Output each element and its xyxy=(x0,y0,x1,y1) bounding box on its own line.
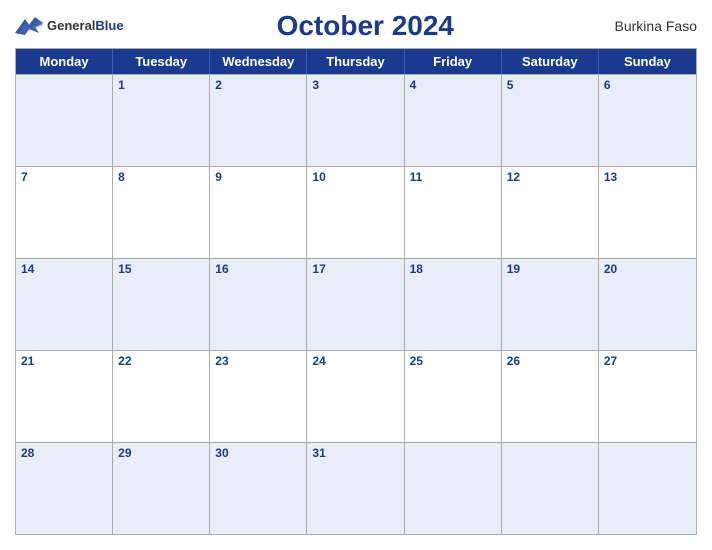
day-number: 4 xyxy=(410,78,496,92)
calendar-weekday-header: MondayTuesdayWednesdayThursdayFridaySatu… xyxy=(16,49,696,74)
weekday-header-monday: Monday xyxy=(16,49,113,74)
calendar-day-cell: 20 xyxy=(599,259,696,350)
day-number: 27 xyxy=(604,354,691,368)
calendar-day-cell: 6 xyxy=(599,75,696,166)
day-number: 31 xyxy=(312,446,398,460)
logo-text: GeneralBlue xyxy=(47,17,124,35)
weekday-header-thursday: Thursday xyxy=(307,49,404,74)
calendar-day-cell: 15 xyxy=(113,259,210,350)
calendar-week-row: 21 22 23 24 25 26 27 xyxy=(16,350,696,442)
day-number: 20 xyxy=(604,262,691,276)
calendar-day-cell: 22 xyxy=(113,351,210,442)
calendar-day-cell xyxy=(405,443,502,534)
calendar-day-cell xyxy=(502,443,599,534)
day-number: 24 xyxy=(312,354,398,368)
day-number: 15 xyxy=(118,262,204,276)
day-number: 11 xyxy=(410,170,496,184)
calendar-day-cell: 31 xyxy=(307,443,404,534)
logo-blue: Blue xyxy=(95,18,123,33)
day-number: 29 xyxy=(118,446,204,460)
calendar-day-cell: 18 xyxy=(405,259,502,350)
day-number: 1 xyxy=(118,78,204,92)
calendar-day-cell xyxy=(599,443,696,534)
weekday-header-wednesday: Wednesday xyxy=(210,49,307,74)
calendar-day-cell: 25 xyxy=(405,351,502,442)
day-number: 5 xyxy=(507,78,593,92)
calendar-body: 1234567891011121314151617181920212223242… xyxy=(16,74,696,534)
calendar-day-cell: 24 xyxy=(307,351,404,442)
logo-bird-icon xyxy=(15,15,43,37)
calendar-week-row: 789 10 11 12 13 xyxy=(16,166,696,258)
calendar-day-cell: 2 xyxy=(210,75,307,166)
weekday-header-tuesday: Tuesday xyxy=(113,49,210,74)
calendar-day-cell: 12 xyxy=(502,167,599,258)
calendar-day-cell: 1 xyxy=(113,75,210,166)
weekday-header-sunday: Sunday xyxy=(599,49,696,74)
calendar-day-cell: 26 xyxy=(502,351,599,442)
weekday-header-friday: Friday xyxy=(405,49,502,74)
calendar-day-cell: 28 xyxy=(16,443,113,534)
day-number: 7 xyxy=(21,170,107,184)
calendar-day-cell: 7 xyxy=(16,167,113,258)
logo: GeneralBlue xyxy=(15,15,124,37)
calendar-week-row: 123456 xyxy=(16,74,696,166)
day-number: 30 xyxy=(215,446,301,460)
calendar-day-cell: 17 xyxy=(307,259,404,350)
calendar-day-cell: 9 xyxy=(210,167,307,258)
calendar-day-cell: 29 xyxy=(113,443,210,534)
calendar-day-cell: 21 xyxy=(16,351,113,442)
day-number: 19 xyxy=(507,262,593,276)
month-title: October 2024 xyxy=(124,10,607,42)
day-number: 2 xyxy=(215,78,301,92)
day-number: 26 xyxy=(507,354,593,368)
logo-general: General xyxy=(47,18,95,33)
calendar-day-cell: 4 xyxy=(405,75,502,166)
calendar-week-row: 28 29 30 31 xyxy=(16,442,696,534)
day-number: 23 xyxy=(215,354,301,368)
day-number: 14 xyxy=(21,262,107,276)
day-number: 17 xyxy=(312,262,398,276)
calendar: MondayTuesdayWednesdayThursdayFridaySatu… xyxy=(15,48,697,535)
day-number: 18 xyxy=(410,262,496,276)
weekday-header-saturday: Saturday xyxy=(502,49,599,74)
day-number: 12 xyxy=(507,170,593,184)
country-label: Burkina Faso xyxy=(607,18,697,34)
day-number: 10 xyxy=(312,170,398,184)
calendar-day-cell: 10 xyxy=(307,167,404,258)
calendar-day-cell: 16 xyxy=(210,259,307,350)
calendar-week-row: 14 15 16 17 18 19 20 xyxy=(16,258,696,350)
day-number: 6 xyxy=(604,78,691,92)
day-number: 3 xyxy=(312,78,398,92)
calendar-day-cell: 8 xyxy=(113,167,210,258)
day-number: 28 xyxy=(21,446,107,460)
day-number: 25 xyxy=(410,354,496,368)
calendar-day-cell: 14 xyxy=(16,259,113,350)
calendar-day-cell xyxy=(16,75,113,166)
calendar-day-cell: 13 xyxy=(599,167,696,258)
calendar-day-cell: 27 xyxy=(599,351,696,442)
day-number: 16 xyxy=(215,262,301,276)
day-number: 13 xyxy=(604,170,691,184)
day-number: 22 xyxy=(118,354,204,368)
calendar-day-cell: 30 xyxy=(210,443,307,534)
day-number: 8 xyxy=(118,170,204,184)
calendar-day-cell: 23 xyxy=(210,351,307,442)
day-number: 21 xyxy=(21,354,107,368)
calendar-header: GeneralBlue October 2024 Burkina Faso xyxy=(15,10,697,42)
calendar-day-cell: 11 xyxy=(405,167,502,258)
calendar-day-cell: 3 xyxy=(307,75,404,166)
day-number: 9 xyxy=(215,170,301,184)
calendar-day-cell: 19 xyxy=(502,259,599,350)
calendar-day-cell: 5 xyxy=(502,75,599,166)
